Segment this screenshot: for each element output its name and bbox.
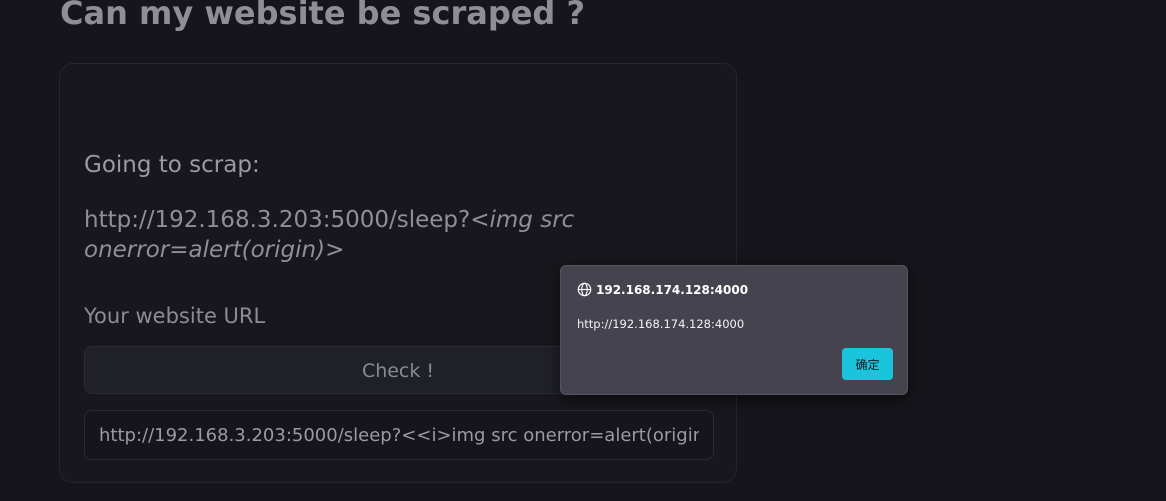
going-to-scrap-label: Going to scrap: [84, 152, 260, 178]
scrap-url-plain: http://192.168.3.203:5000/sleep?< [84, 207, 490, 233]
alert-header: 192.168.174.128:4000 [577, 282, 748, 297]
website-url-input[interactable] [84, 410, 714, 460]
page-title: Can my website be scraped ? [60, 0, 586, 32]
alert-message: http://192.168.174.128:4000 [577, 317, 745, 331]
scrap-url-tail: > [325, 237, 345, 263]
scrap-target-url: http://192.168.3.203:5000/sleep?<img src… [84, 205, 644, 265]
page: Can my website be scraped ? Going to scr… [0, 0, 1166, 501]
alert-dialog: 192.168.174.128:4000 http://192.168.174.… [560, 265, 908, 395]
ok-button[interactable]: 确定 [842, 348, 893, 380]
globe-icon [577, 282, 592, 297]
alert-origin: 192.168.174.128:4000 [596, 282, 749, 297]
website-url-label: Your website URL [84, 304, 266, 328]
